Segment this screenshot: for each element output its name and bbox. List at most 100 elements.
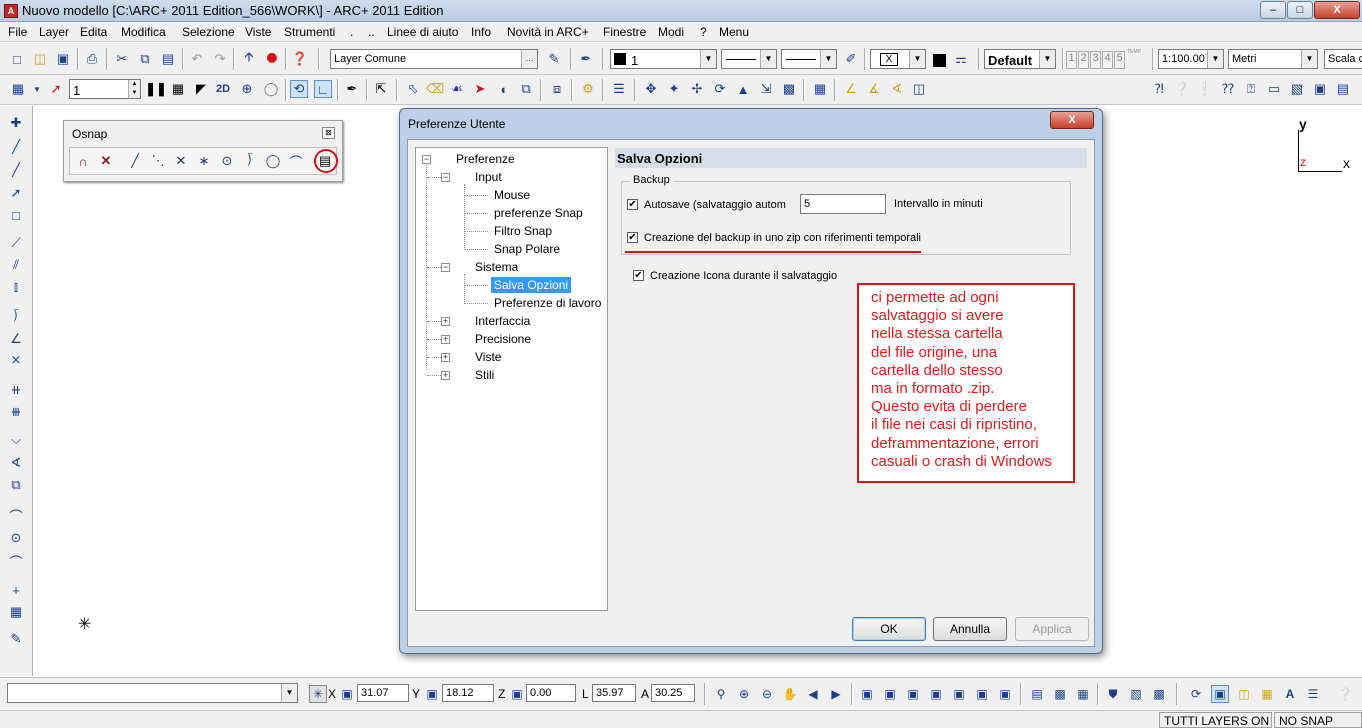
menu-modi[interactable]: Modi (658, 25, 684, 39)
crosshair-icon[interactable]: ✳ (309, 685, 327, 703)
tree-item-preferenze-snap[interactable]: preferenze Snap (494, 206, 583, 220)
forward-arrow-icon[interactable]: ▶ (827, 685, 845, 703)
circle-icon[interactable]: ⊙ (7, 529, 25, 547)
snap-quadrant-icon[interactable]: ⟌ (240, 152, 260, 170)
color-combo[interactable]: 1 ▼ (610, 49, 717, 69)
chevron-down-icon[interactable]: ▼ (1301, 50, 1317, 68)
menu-modifica[interactable]: Modifica (121, 25, 166, 39)
osnap-close-icon[interactable]: ⊠ (322, 127, 335, 139)
dialog-close-button[interactable]: X (1050, 111, 1094, 129)
tree-expand-icon[interactable]: + (441, 353, 450, 362)
tree-item-salva-opzioni[interactable]: Salva Opzioni (491, 277, 572, 293)
menu-edita[interactable]: Edita (80, 25, 107, 39)
hatch-grid-icon[interactable]: ▦ (7, 603, 25, 621)
undo-icon[interactable]: ↶ (188, 50, 206, 68)
tree-item-interfaccia[interactable]: Interfaccia (475, 314, 530, 328)
menu-dotdot[interactable]: .. (368, 25, 375, 39)
tree-collapse-icon[interactable]: − (422, 155, 431, 164)
hatch-combo[interactable]: X ▼ (870, 49, 926, 69)
chevron-down-icon[interactable]: ▼ (28, 80, 46, 98)
chevron-down-icon[interactable]: ▼ (700, 50, 716, 68)
refresh-icon[interactable]: ⟳ (1187, 685, 1205, 703)
eraser-icon[interactable]: ⌫ (426, 80, 444, 98)
move-icon[interactable]: ✥ (642, 80, 660, 98)
cut-icon[interactable]: ✂ (113, 50, 131, 68)
grid-settings-icon[interactable]: ▦ (9, 80, 27, 98)
stepper-arrows-icon[interactable]: ▲ ▼ (128, 80, 140, 98)
stop-icon[interactable]: ⯃ (263, 50, 281, 68)
stretch-icon[interactable]: ✢ (688, 80, 706, 98)
pick-icon[interactable]: ⇱ (372, 80, 390, 98)
help-icon[interactable]: ❓ (291, 50, 309, 68)
break-icon[interactable]: ◫ (910, 80, 928, 98)
zoom-plus-icon[interactable]: ⊕ (238, 80, 256, 98)
paste-icon[interactable]: ▤ (159, 50, 177, 68)
menu-file[interactable]: File (8, 25, 27, 39)
view-bottom-icon[interactable]: ▣ (973, 685, 991, 703)
view-back-icon[interactable]: ▣ (881, 685, 899, 703)
app-icon[interactable]: A (4, 4, 18, 18)
line-pen-icon[interactable]: ➚ (47, 80, 65, 98)
pencil-icon[interactable]: ✎ (7, 630, 25, 648)
ortho-toggle-icon[interactable]: ∟ (314, 80, 332, 98)
menu-linee-di-aiuto[interactable]: Linee di aiuto (387, 25, 458, 39)
redo-icon[interactable]: ↷ (211, 50, 229, 68)
scale-combo[interactable]: 1:100.00 ▼ (1158, 49, 1224, 69)
tree-item-input[interactable]: Input (475, 170, 502, 184)
zoom-out-icon[interactable]: ⊖ (758, 685, 776, 703)
open-folder-icon[interactable]: ◫ (31, 50, 49, 68)
paint-bucket-icon[interactable]: ⚎ (952, 50, 970, 68)
triple-line-icon[interactable]: ⫾ (7, 278, 25, 296)
marker-icon[interactable]: ➤ (471, 80, 489, 98)
chevron-down-icon[interactable]: ▼ (820, 50, 836, 68)
query-icon[interactable]: ⁈ (1150, 80, 1168, 98)
copy-icon[interactable]: ⧉ (136, 50, 154, 68)
query-arrow-icon[interactable]: ❕ (1196, 80, 1214, 98)
angle-dimension-icon[interactable]: ∢ (7, 454, 25, 472)
measure-icon[interactable]: ⧈ (548, 80, 566, 98)
snap-apparent-icon[interactable]: ∗ (194, 152, 214, 170)
scale-button-2[interactable]: 2 (1078, 51, 1089, 69)
chevron-down-icon[interactable]: ▼ (760, 50, 776, 68)
library-icon[interactable]: ▧ (1288, 80, 1306, 98)
zoom-window-icon[interactable]: ⚲ (712, 685, 730, 703)
minimize-button[interactable]: – (1260, 1, 1286, 19)
chevron-down-icon[interactable]: ▼ (1039, 50, 1055, 68)
tree-collapse-icon[interactable]: − (441, 173, 450, 182)
scale-button-5[interactable]: 5 (1114, 51, 1125, 69)
arrow-up-icon[interactable]: 🡩 (240, 49, 258, 68)
fillet-icon[interactable]: ∠ (842, 80, 860, 98)
perpendicular-icon[interactable]: ⧺ (7, 381, 25, 399)
menu-layer[interactable]: Layer (39, 25, 69, 39)
chart-icon[interactable]: ▩ (1051, 685, 1069, 703)
tree-item-preferenze[interactable]: Preferenze (456, 152, 515, 166)
apply-button[interactable]: Applica (1015, 617, 1089, 641)
x-coordinate-field[interactable]: 31.07 (357, 684, 409, 702)
hatch-view-icon[interactable]: ▩ (1150, 685, 1168, 703)
eyedropper-icon[interactable]: ✒ (343, 80, 361, 98)
copy-move-icon[interactable]: ✦ (665, 80, 683, 98)
fill-color-swatch[interactable] (933, 54, 946, 67)
snap-endpoint-icon[interactable]: ╱ (125, 152, 145, 170)
units-combo[interactable]: Metri ▼ (1228, 49, 1318, 69)
monitor-icon[interactable]: ▣ (1311, 80, 1329, 98)
magnet-icon[interactable]: ∩ (73, 152, 93, 170)
menu-finestre[interactable]: Finestre (603, 25, 646, 39)
brush-icon[interactable]: ☙ (448, 80, 466, 98)
view-left-icon[interactable]: ▣ (904, 685, 922, 703)
pan-icon[interactable]: ✋ (781, 685, 799, 703)
linetype-combo[interactable]: ▼ (721, 49, 777, 69)
length-field[interactable]: 35.97 (592, 684, 636, 702)
zip-backup-checkbox[interactable]: ✔ (627, 232, 638, 243)
autosave-interval-input[interactable]: 5 (800, 194, 886, 214)
command-combo[interactable]: ▼ (7, 683, 298, 703)
close-window-button[interactable]: X (1314, 1, 1360, 19)
icon-save-checkbox[interactable]: ✔ (633, 270, 644, 281)
view-right-icon[interactable]: ▣ (927, 685, 945, 703)
ok-button[interactable]: OK (852, 617, 926, 641)
save-icon[interactable]: ▣ (54, 50, 72, 68)
snap-center-icon[interactable]: ⊙ (217, 152, 237, 170)
line-icon[interactable]: ╱ (7, 138, 25, 156)
z-coordinate-field[interactable]: 0.00 (526, 684, 576, 702)
folder-icon[interactable]: ◫ (1235, 685, 1253, 703)
